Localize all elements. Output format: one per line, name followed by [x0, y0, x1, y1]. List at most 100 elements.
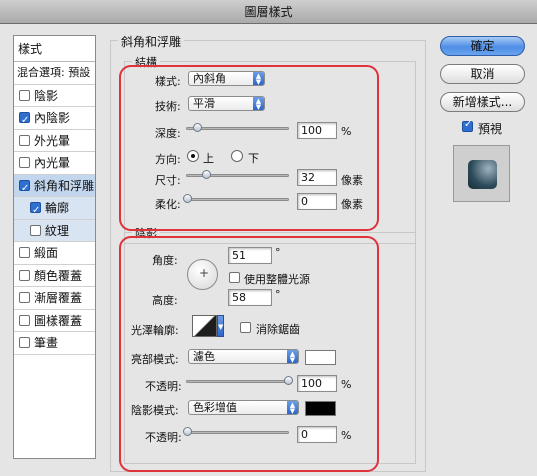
altitude-input[interactable]: 58	[228, 289, 272, 306]
style-preview-thumbnail	[453, 145, 510, 202]
direction-down-label: 下	[248, 152, 259, 165]
style-item-outer-glow[interactable]: 外光暈	[14, 130, 95, 152]
styles-list-header[interactable]: 樣式	[14, 36, 95, 62]
highlight-mode-label: 亮部模式:	[131, 353, 179, 366]
technique-label: 技術:	[155, 100, 181, 113]
global-light-label: 使用整體光源	[244, 273, 310, 286]
highlight-color-swatch[interactable]	[305, 350, 336, 365]
highlight-opacity-slider-knob[interactable]	[284, 376, 293, 385]
depth-label: 深度:	[155, 127, 181, 140]
size-input[interactable]: 32	[297, 169, 337, 186]
style-item-texture[interactable]: 紋理	[14, 219, 95, 242]
size-slider-knob[interactable]	[202, 170, 211, 179]
style-item-gradient-overlay[interactable]: 漸層覆蓋	[14, 287, 95, 310]
texture-checkbox[interactable]	[30, 224, 41, 236]
color-overlay-checkbox[interactable]	[19, 269, 30, 281]
shadow-color-swatch[interactable]	[305, 401, 336, 416]
depth-slider-knob[interactable]	[193, 123, 202, 132]
style-item-label: 圖樣覆蓋	[34, 313, 83, 328]
antialias-checkbox[interactable]	[240, 322, 251, 333]
stroke-checkbox[interactable]	[19, 337, 30, 348]
shadow-opacity-unit: %	[341, 429, 352, 442]
depth-unit: %	[341, 125, 352, 138]
global-light-checkbox[interactable]	[229, 272, 240, 283]
soften-slider[interactable]	[186, 198, 289, 201]
cancel-button[interactable]: 取消	[440, 64, 525, 84]
preview-swatch	[468, 160, 497, 189]
style-item-pattern-overlay[interactable]: 圖樣覆蓋	[14, 310, 95, 332]
highlight-opacity-label: 不透明:	[145, 380, 182, 393]
inner-shadow-checkbox[interactable]	[19, 110, 30, 132]
technique-select[interactable]: 平滑 ▲ ▼	[188, 96, 265, 111]
window-title-bar: 圖層樣式	[0, 0, 537, 24]
chevron-down-icon[interactable]: ▼	[217, 315, 224, 337]
style-label: 樣式:	[155, 75, 181, 88]
angle-input[interactable]: 51	[228, 247, 272, 264]
highlight-opacity-input[interactable]: 100	[297, 375, 337, 392]
soften-slider-knob[interactable]	[183, 194, 192, 203]
preview-checkbox[interactable]	[462, 119, 473, 132]
shadow-opacity-slider[interactable]	[186, 431, 289, 434]
shadow-opacity-label: 不透明:	[145, 431, 182, 444]
bevel-emboss-checkbox[interactable]	[19, 178, 30, 200]
styles-list: 樣式 混合選項: 預設 陰影 內陰影 外光暈 內光暈 斜角和浮雕 輪廓 紋理 緞…	[13, 35, 96, 459]
soften-input[interactable]: 0	[297, 193, 337, 210]
shadow-mode-label: 陰影模式:	[131, 404, 179, 417]
bevel-style-select[interactable]: 內斜角 ▲ ▼	[188, 71, 265, 86]
chevron-updown-icon: ▲ ▼	[253, 97, 264, 111]
altitude-unit: °	[275, 288, 281, 301]
gradient-overlay-checkbox[interactable]	[19, 292, 30, 303]
style-item-inner-glow[interactable]: 內光暈	[14, 152, 95, 175]
highlight-opacity-slider[interactable]	[186, 380, 289, 383]
highlight-opacity-unit: %	[341, 378, 352, 391]
style-item-label: 緞面	[34, 246, 59, 260]
layer-style-dialog: 樣式 混合選項: 預設 陰影 內陰影 外光暈 內光暈 斜角和浮雕 輪廓 紋理 緞…	[0, 24, 537, 476]
gloss-contour-picker[interactable]	[192, 315, 217, 337]
style-item-inner-shadow[interactable]: 內陰影	[14, 107, 95, 132]
shadow-opacity-slider-knob[interactable]	[183, 427, 192, 436]
shading-title: 陰影	[132, 225, 160, 241]
style-item-label: 外光暈	[34, 133, 71, 148]
contour-checkbox[interactable]	[30, 200, 41, 222]
gloss-contour-label: 光澤輪廓:	[131, 324, 179, 337]
shadow-opacity-input[interactable]: 0	[297, 426, 337, 443]
bevel-style-value: 內斜角	[193, 72, 226, 85]
inner-glow-checkbox[interactable]	[19, 157, 30, 168]
style-item-satin[interactable]: 緞面	[14, 242, 95, 265]
satin-checkbox[interactable]	[19, 247, 30, 258]
style-item-label: 內陰影	[34, 111, 71, 125]
technique-value: 平滑	[193, 97, 215, 110]
style-item-bevel-emboss[interactable]: 斜角和浮雕	[14, 174, 95, 200]
preview-label: 預視	[478, 122, 503, 136]
highlight-mode-select[interactable]: 濾色 ▲ ▼	[188, 349, 299, 364]
style-item-label: 輪廓	[45, 201, 70, 215]
antialias-label: 消除鋸齒	[256, 323, 300, 336]
soften-unit: 像素	[341, 198, 363, 211]
chevron-updown-icon: ▲ ▼	[287, 401, 298, 415]
angle-dial[interactable]	[187, 259, 218, 290]
altitude-label: 高度:	[152, 294, 178, 307]
style-item-label: 斜角和浮雕	[34, 178, 95, 193]
shadow-mode-value: 色彩增值	[193, 401, 237, 414]
structure-title: 結構	[132, 54, 160, 70]
blending-options-item[interactable]: 混合選項: 預設	[14, 62, 95, 85]
style-item-color-overlay[interactable]: 顏色覆蓋	[14, 265, 95, 287]
depth-input[interactable]: 100	[297, 122, 337, 139]
style-item-label: 內光暈	[34, 156, 71, 170]
window-title: 圖層樣式	[244, 5, 293, 19]
ok-button[interactable]: 確定	[440, 36, 525, 56]
direction-down-radio[interactable]	[231, 150, 243, 162]
size-label: 尺寸:	[155, 174, 181, 187]
chevron-updown-icon: ▲ ▼	[253, 72, 264, 86]
direction-up-radio[interactable]	[187, 150, 199, 162]
outer-glow-checkbox[interactable]	[19, 134, 30, 146]
drop-shadow-checkbox[interactable]	[19, 89, 30, 101]
shadow-mode-select[interactable]: 色彩增值 ▲ ▼	[188, 400, 299, 415]
style-item-stroke[interactable]: 筆畫	[14, 332, 95, 355]
style-item-drop-shadow[interactable]: 陰影	[14, 85, 95, 107]
style-item-contour[interactable]: 輪廓	[14, 197, 95, 222]
new-style-button[interactable]: 新增樣式...	[440, 92, 525, 112]
style-item-label: 漸層覆蓋	[34, 291, 83, 305]
size-unit: 像素	[341, 174, 363, 187]
pattern-overlay-checkbox[interactable]	[19, 314, 30, 326]
